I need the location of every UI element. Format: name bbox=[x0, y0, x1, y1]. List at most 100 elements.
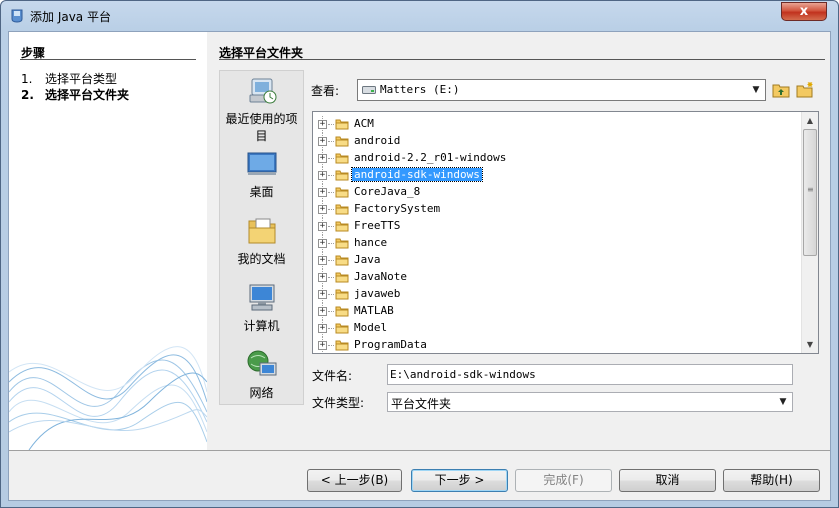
next-button[interactable]: 下一步 > bbox=[411, 469, 508, 492]
expand-icon[interactable]: + bbox=[318, 256, 327, 265]
close-button[interactable]: x bbox=[781, 2, 827, 21]
folder-row[interactable]: + javaweb bbox=[313, 286, 803, 303]
folder-icon bbox=[335, 306, 349, 317]
expand-icon[interactable]: + bbox=[318, 290, 327, 299]
folder-row[interactable]: + android bbox=[313, 133, 803, 150]
place-documents[interactable]: 我的文档 bbox=[220, 215, 303, 267]
steps-panel: 步骤 1. 选择平台类型 2. 选择平台文件夹 bbox=[9, 32, 207, 450]
expand-icon[interactable]: + bbox=[318, 120, 327, 129]
tree-line bbox=[328, 345, 334, 346]
expand-icon[interactable]: + bbox=[318, 188, 327, 197]
filetype-label: 文件类型: bbox=[312, 396, 365, 410]
folder-icon bbox=[335, 340, 349, 351]
expand-icon[interactable]: + bbox=[318, 137, 327, 146]
expand-icon[interactable]: + bbox=[318, 307, 327, 316]
folder-icon bbox=[335, 238, 349, 249]
folder-row[interactable]: + Java bbox=[313, 252, 803, 269]
step-label: 选择平台文件夹 bbox=[45, 88, 130, 102]
help-button[interactable]: 帮助(H) bbox=[723, 469, 820, 492]
folder-row[interactable]: + FreeTTS bbox=[313, 218, 803, 235]
folder-name: CoreJava_8 bbox=[354, 185, 421, 198]
place-label: 桌面 bbox=[249, 185, 274, 199]
places-bar: 最近使用的项目 桌面 我的文档 计算机 网络 bbox=[219, 70, 304, 405]
folder-icon bbox=[335, 272, 349, 283]
chevron-down-icon[interactable]: ▼ bbox=[775, 394, 791, 410]
expand-icon[interactable]: + bbox=[318, 205, 327, 214]
window-title: 添加 Java 平台 bbox=[30, 10, 111, 24]
folder-row[interactable]: + android-2.2_r01-windows bbox=[313, 150, 803, 167]
up-folder-icon[interactable] bbox=[772, 81, 790, 99]
folder-row[interactable]: + JavaNote bbox=[313, 269, 803, 286]
recent-items-icon bbox=[249, 78, 276, 104]
place-recent-items[interactable]: 最近使用的项目 bbox=[220, 75, 303, 144]
folder-list[interactable]: + ACM + android + android-2.2_r01-windows + and… bbox=[312, 111, 819, 354]
filename-input[interactable]: E:\android-sdk-windows bbox=[387, 364, 793, 385]
expand-icon[interactable]: + bbox=[318, 171, 327, 180]
scroll-up-icon[interactable]: ▲ bbox=[802, 112, 818, 129]
place-computer[interactable]: 计算机 bbox=[220, 282, 303, 334]
folder-name: javaweb bbox=[354, 287, 401, 300]
place-label: 最近使用的项目 bbox=[225, 112, 298, 143]
expand-icon[interactable]: + bbox=[318, 239, 327, 248]
place-label: 计算机 bbox=[243, 319, 280, 333]
expand-icon[interactable]: + bbox=[318, 324, 327, 333]
filetype-value: 平台文件夹 bbox=[391, 397, 452, 411]
network-icon bbox=[247, 350, 276, 376]
folder-row[interactable]: + MATLAB bbox=[313, 303, 803, 320]
tree-line bbox=[328, 294, 334, 295]
folder-row[interactable]: + android-sdk-windows bbox=[313, 167, 803, 184]
folder-row[interactable]: + ProgramData bbox=[313, 337, 803, 353]
look-in-dropdown[interactable]: Matters (E:) ▼ bbox=[357, 79, 766, 101]
java-cup-icon bbox=[11, 9, 23, 23]
filetype-dropdown[interactable]: 平台文件夹 ▼ bbox=[387, 392, 793, 412]
place-label: 我的文档 bbox=[237, 252, 286, 266]
place-network[interactable]: 网络 bbox=[220, 349, 303, 401]
folder-name: Java bbox=[354, 253, 381, 266]
scroll-down-icon[interactable]: ▼ bbox=[802, 336, 818, 353]
folder-row[interactable]: + CoreJava_8 bbox=[313, 184, 803, 201]
tree-line bbox=[328, 328, 334, 329]
step-label: 选择平台类型 bbox=[45, 72, 118, 86]
folder-row[interactable]: + hance bbox=[313, 235, 803, 252]
title-bar[interactable]: 添加 Java 平台 x bbox=[1, 1, 838, 31]
tree-line bbox=[328, 243, 334, 244]
look-in-value: Matters (E:) bbox=[380, 83, 460, 96]
new-folder-icon[interactable] bbox=[796, 81, 814, 99]
folder-icon bbox=[335, 289, 349, 300]
back-button[interactable]: < 上一步(B) bbox=[307, 469, 402, 492]
cancel-button[interactable]: 取消 bbox=[619, 469, 716, 492]
button-area-divider bbox=[9, 450, 830, 451]
folder-name: FactorySystem bbox=[354, 202, 441, 215]
folder-name: hance bbox=[354, 236, 388, 249]
folder-icon bbox=[335, 170, 349, 181]
folder-name: MATLAB bbox=[354, 304, 394, 317]
folder-name: Model bbox=[354, 321, 388, 334]
dialog-window: 添加 Java 平台 x 步骤 1. 选择平台类型 2. 选择平台文件夹 选择平… bbox=[0, 0, 839, 508]
vertical-scrollbar[interactable]: ▲ ≡ ▼ bbox=[801, 112, 818, 353]
place-label: 网络 bbox=[249, 386, 274, 400]
tree-line bbox=[328, 260, 334, 261]
finish-button[interactable]: 完成(F) bbox=[515, 469, 612, 492]
folder-name: android-sdk-windows bbox=[351, 167, 483, 182]
place-desktop[interactable]: 桌面 bbox=[220, 148, 303, 200]
expand-icon[interactable]: + bbox=[318, 273, 327, 282]
expand-icon[interactable]: + bbox=[318, 341, 327, 350]
tree-line bbox=[328, 175, 334, 176]
expand-icon[interactable]: + bbox=[318, 154, 327, 163]
tree-line bbox=[328, 141, 334, 142]
tree-line bbox=[328, 158, 334, 159]
tree-line bbox=[328, 124, 334, 125]
step-item-1: 1. 选择平台类型 bbox=[21, 70, 117, 87]
folder-row[interactable]: + FactorySystem bbox=[313, 201, 803, 218]
step-number: 2. bbox=[21, 88, 34, 102]
folder-icon bbox=[335, 221, 349, 232]
chevron-down-icon[interactable]: ▼ bbox=[748, 81, 764, 99]
folder-name: android-2.2_r01-windows bbox=[354, 151, 507, 164]
expand-icon[interactable]: + bbox=[318, 222, 327, 231]
folder-name: ProgramData bbox=[354, 338, 427, 351]
scrollbar-thumb[interactable]: ≡ bbox=[803, 129, 817, 256]
tree-line bbox=[328, 192, 334, 193]
folder-row[interactable]: + Model bbox=[313, 320, 803, 337]
content-divider bbox=[219, 59, 825, 60]
folder-row[interactable]: + ACM bbox=[313, 116, 803, 133]
